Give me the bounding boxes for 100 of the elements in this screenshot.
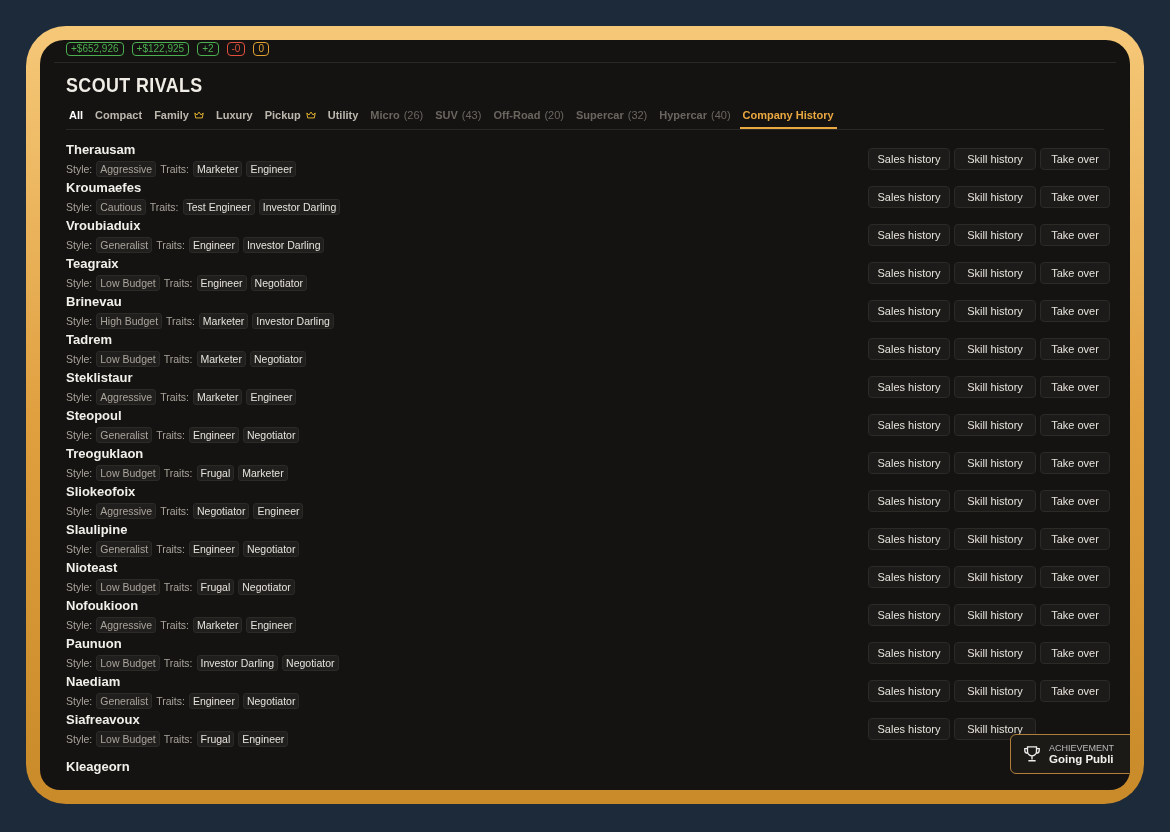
category-tab[interactable]: Company History <box>739 109 837 129</box>
rival-name: Nioteast <box>66 559 119 576</box>
rival-name: Kleageorn <box>66 759 130 775</box>
style-tag: Aggressive <box>96 502 157 519</box>
take-over-button[interactable]: Take over <box>1040 414 1110 436</box>
skill-history-button[interactable]: Skill history <box>954 376 1036 398</box>
skill-history-button[interactable]: Skill history <box>954 604 1036 626</box>
trait-tag: Negotiator <box>250 274 307 291</box>
sales-history-button[interactable]: Sales history <box>868 528 950 550</box>
category-tab[interactable]: Family <box>151 109 207 129</box>
trait-tag: Test Engineer <box>182 198 255 215</box>
skill-history-button[interactable]: Skill history <box>954 338 1036 360</box>
take-over-button[interactable]: Take over <box>1040 376 1110 398</box>
style-label: Style: <box>66 200 93 213</box>
trait-tag: Negotiator <box>242 692 300 709</box>
style-label: Style: <box>66 580 93 593</box>
skill-history-button[interactable]: Skill history <box>954 414 1036 436</box>
sales-history-button[interactable]: Sales history <box>868 186 950 208</box>
skill-history-button[interactable]: Skill history <box>954 452 1036 474</box>
rival-name: Therausam <box>66 141 137 158</box>
skill-history-button[interactable]: Skill history <box>954 224 1036 246</box>
category-tab[interactable]: Utility <box>324 109 362 129</box>
sales-history-button[interactable]: Sales history <box>868 680 950 702</box>
sales-history-button[interactable]: Sales history <box>868 718 950 740</box>
trait-tag: Marketer <box>193 160 243 177</box>
sales-history-button[interactable]: Sales history <box>868 566 950 588</box>
skill-history-button[interactable]: Skill history <box>954 262 1036 284</box>
style-tag: Aggressive <box>96 388 157 405</box>
style-label: Style: <box>66 276 93 289</box>
sales-history-button[interactable]: Sales history <box>868 338 950 360</box>
take-over-button[interactable]: Take over <box>1040 604 1110 626</box>
trait-tag: Marketer <box>198 312 249 329</box>
take-over-button[interactable]: Take over <box>1040 148 1110 170</box>
traits-label: Traits: <box>163 656 193 669</box>
style-tag: High Budget <box>96 312 163 329</box>
sales-history-button[interactable]: Sales history <box>868 642 950 664</box>
trait-tag: Negotiator <box>238 578 295 595</box>
category-tab[interactable]: Luxury <box>213 109 256 129</box>
style-tag: Low Budget <box>96 654 160 671</box>
trait-tag: Engineer <box>196 274 247 291</box>
skill-history-button[interactable]: Skill history <box>954 186 1036 208</box>
trait-tag: Engineer <box>246 388 297 405</box>
skill-history-button[interactable]: Skill history <box>954 680 1036 702</box>
style-label: Style: <box>66 466 93 479</box>
take-over-button[interactable]: Take over <box>1040 262 1110 284</box>
skill-history-button[interactable]: Skill history <box>954 642 1036 664</box>
sales-history-button[interactable]: Sales history <box>868 376 950 398</box>
take-over-button[interactable]: Take over <box>1040 566 1110 588</box>
trait-tag: Engineer <box>188 540 239 557</box>
style-tag: Cautious <box>96 198 146 215</box>
style-tag: Generalist <box>96 426 153 443</box>
trait-tag: Negotiator <box>242 426 300 443</box>
sales-history-button[interactable]: Sales history <box>868 490 950 512</box>
skill-history-button[interactable]: Skill history <box>954 566 1036 588</box>
toast-label: ACHIEVEMENT <box>1049 743 1114 753</box>
take-over-button[interactable]: Take over <box>1040 338 1110 360</box>
take-over-button[interactable]: Take over <box>1040 680 1110 702</box>
sales-history-button[interactable]: Sales history <box>868 300 950 322</box>
traits-label: Traits: <box>163 276 193 289</box>
traits-label: Traits: <box>156 238 185 251</box>
rival-name: Steopoul <box>66 407 123 424</box>
take-over-button[interactable]: Take over <box>1040 490 1110 512</box>
category-tab[interactable]: Compact <box>92 109 146 129</box>
traits-label: Traits: <box>160 504 189 517</box>
take-over-button[interactable]: Take over <box>1040 300 1110 322</box>
stat-badge: +$122,925 <box>131 42 190 56</box>
take-over-button[interactable]: Take over <box>1040 528 1110 550</box>
category-tab[interactable]: All <box>66 109 87 129</box>
skill-history-button[interactable]: Skill history <box>954 718 1036 740</box>
category-tab[interactable]: Pickup <box>261 109 319 129</box>
trait-tag: Investor Darling <box>196 654 279 671</box>
rival-name: Slaulipine <box>66 521 129 538</box>
traits-label: Traits: <box>160 162 189 175</box>
trait-tag: Engineer <box>188 426 239 443</box>
skill-history-button[interactable]: Skill history <box>954 528 1036 550</box>
trait-tag: Frugal <box>196 730 235 747</box>
stat-badge: 0 <box>253 42 269 56</box>
skill-history-button[interactable]: Skill history <box>954 300 1036 322</box>
sales-history-button[interactable]: Sales history <box>868 148 950 170</box>
take-over-button[interactable]: Take over <box>1040 452 1110 474</box>
sales-history-button[interactable]: Sales history <box>868 414 950 436</box>
trait-tag: Frugal <box>196 464 235 481</box>
sales-history-button[interactable]: Sales history <box>868 452 950 474</box>
rival-name: Paunuon <box>66 635 123 652</box>
sales-history-button[interactable]: Sales history <box>868 262 950 284</box>
trait-tag: Marketer <box>193 388 243 405</box>
take-over-button[interactable]: Take over <box>1040 186 1110 208</box>
style-tag: Low Budget <box>96 730 160 747</box>
style-tag: Generalist <box>96 540 153 557</box>
style-tag: Aggressive <box>96 160 157 177</box>
trait-tag: Engineer <box>246 160 297 177</box>
stat-badge: +2 <box>197 42 219 56</box>
skill-history-button[interactable]: Skill history <box>954 148 1036 170</box>
skill-history-button[interactable]: Skill history <box>954 490 1036 512</box>
sales-history-button[interactable]: Sales history <box>868 604 950 626</box>
style-label: Style: <box>66 352 93 365</box>
sales-history-button[interactable]: Sales history <box>868 224 950 246</box>
take-over-button[interactable]: Take over <box>1040 224 1110 246</box>
take-over-button[interactable]: Take over <box>1040 642 1110 664</box>
style-label: Style: <box>66 390 93 403</box>
